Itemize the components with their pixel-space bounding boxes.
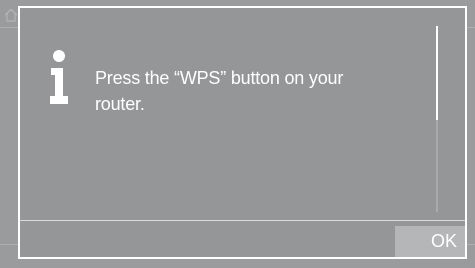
screen: Press the “WPS” button on your router. O… xyxy=(0,0,475,268)
ok-button[interactable]: OK xyxy=(395,226,465,257)
dialog-message: Press the “WPS” button on your router. xyxy=(95,68,344,114)
scrollbar-thumb[interactable] xyxy=(436,26,438,120)
info-icon xyxy=(50,50,68,104)
wps-dialog: Press the “WPS” button on your router. O… xyxy=(18,6,467,259)
dialog-divider xyxy=(20,220,465,221)
home-icon xyxy=(4,8,18,22)
